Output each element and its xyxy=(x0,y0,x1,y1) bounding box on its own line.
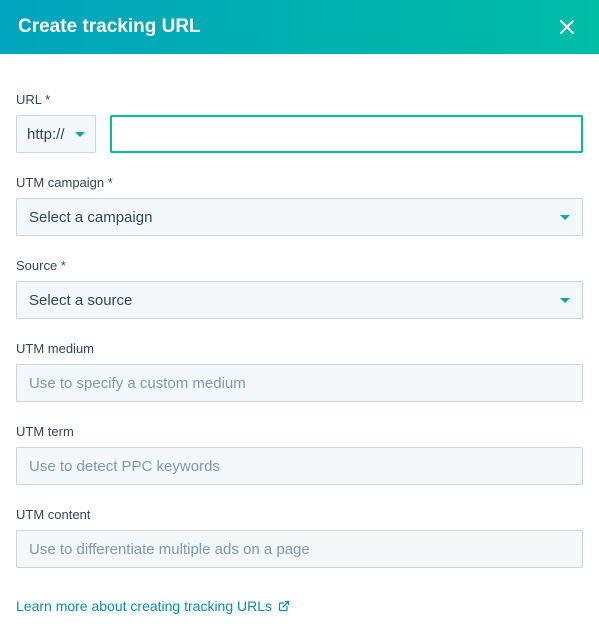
content-label: UTM content xyxy=(16,507,583,522)
chevron-down-icon xyxy=(560,298,570,303)
content-field-group: UTM content xyxy=(16,507,583,568)
source-placeholder: Select a source xyxy=(29,292,132,309)
protocol-select[interactable]: http:// xyxy=(16,115,96,153)
source-field-group: Source * Select a source xyxy=(16,258,583,319)
medium-input[interactable] xyxy=(16,364,583,402)
medium-label: UTM medium xyxy=(16,341,583,356)
term-label: UTM term xyxy=(16,424,583,439)
external-link-icon xyxy=(278,600,290,612)
source-label: Source * xyxy=(16,258,583,273)
chevron-down-icon xyxy=(560,215,570,220)
campaign-placeholder: Select a campaign xyxy=(29,209,152,226)
content-input[interactable] xyxy=(16,530,583,568)
term-input[interactable] xyxy=(16,447,583,485)
medium-field-group: UTM medium xyxy=(16,341,583,402)
campaign-label: UTM campaign * xyxy=(16,175,583,190)
modal-body: URL * http:// UTM campaign * Select a ca… xyxy=(0,54,599,632)
url-label: URL * xyxy=(16,92,583,107)
chevron-down-icon xyxy=(75,132,85,137)
campaign-field-group: UTM campaign * Select a campaign xyxy=(16,175,583,236)
term-field-group: UTM term xyxy=(16,424,583,485)
modal-title: Create tracking URL xyxy=(18,16,201,38)
url-row: http:// xyxy=(16,115,583,153)
modal-header: Create tracking URL xyxy=(0,0,599,54)
source-select[interactable]: Select a source xyxy=(16,281,583,319)
protocol-value: http:// xyxy=(27,126,65,143)
learn-more-text: Learn more about creating tracking URLs xyxy=(16,598,272,614)
learn-more-link[interactable]: Learn more about creating tracking URLs xyxy=(16,598,290,614)
campaign-select[interactable]: Select a campaign xyxy=(16,198,583,236)
url-field-group: URL * http:// xyxy=(16,92,583,153)
close-button[interactable] xyxy=(553,13,581,41)
url-input[interactable] xyxy=(110,115,583,153)
close-icon xyxy=(557,17,577,37)
